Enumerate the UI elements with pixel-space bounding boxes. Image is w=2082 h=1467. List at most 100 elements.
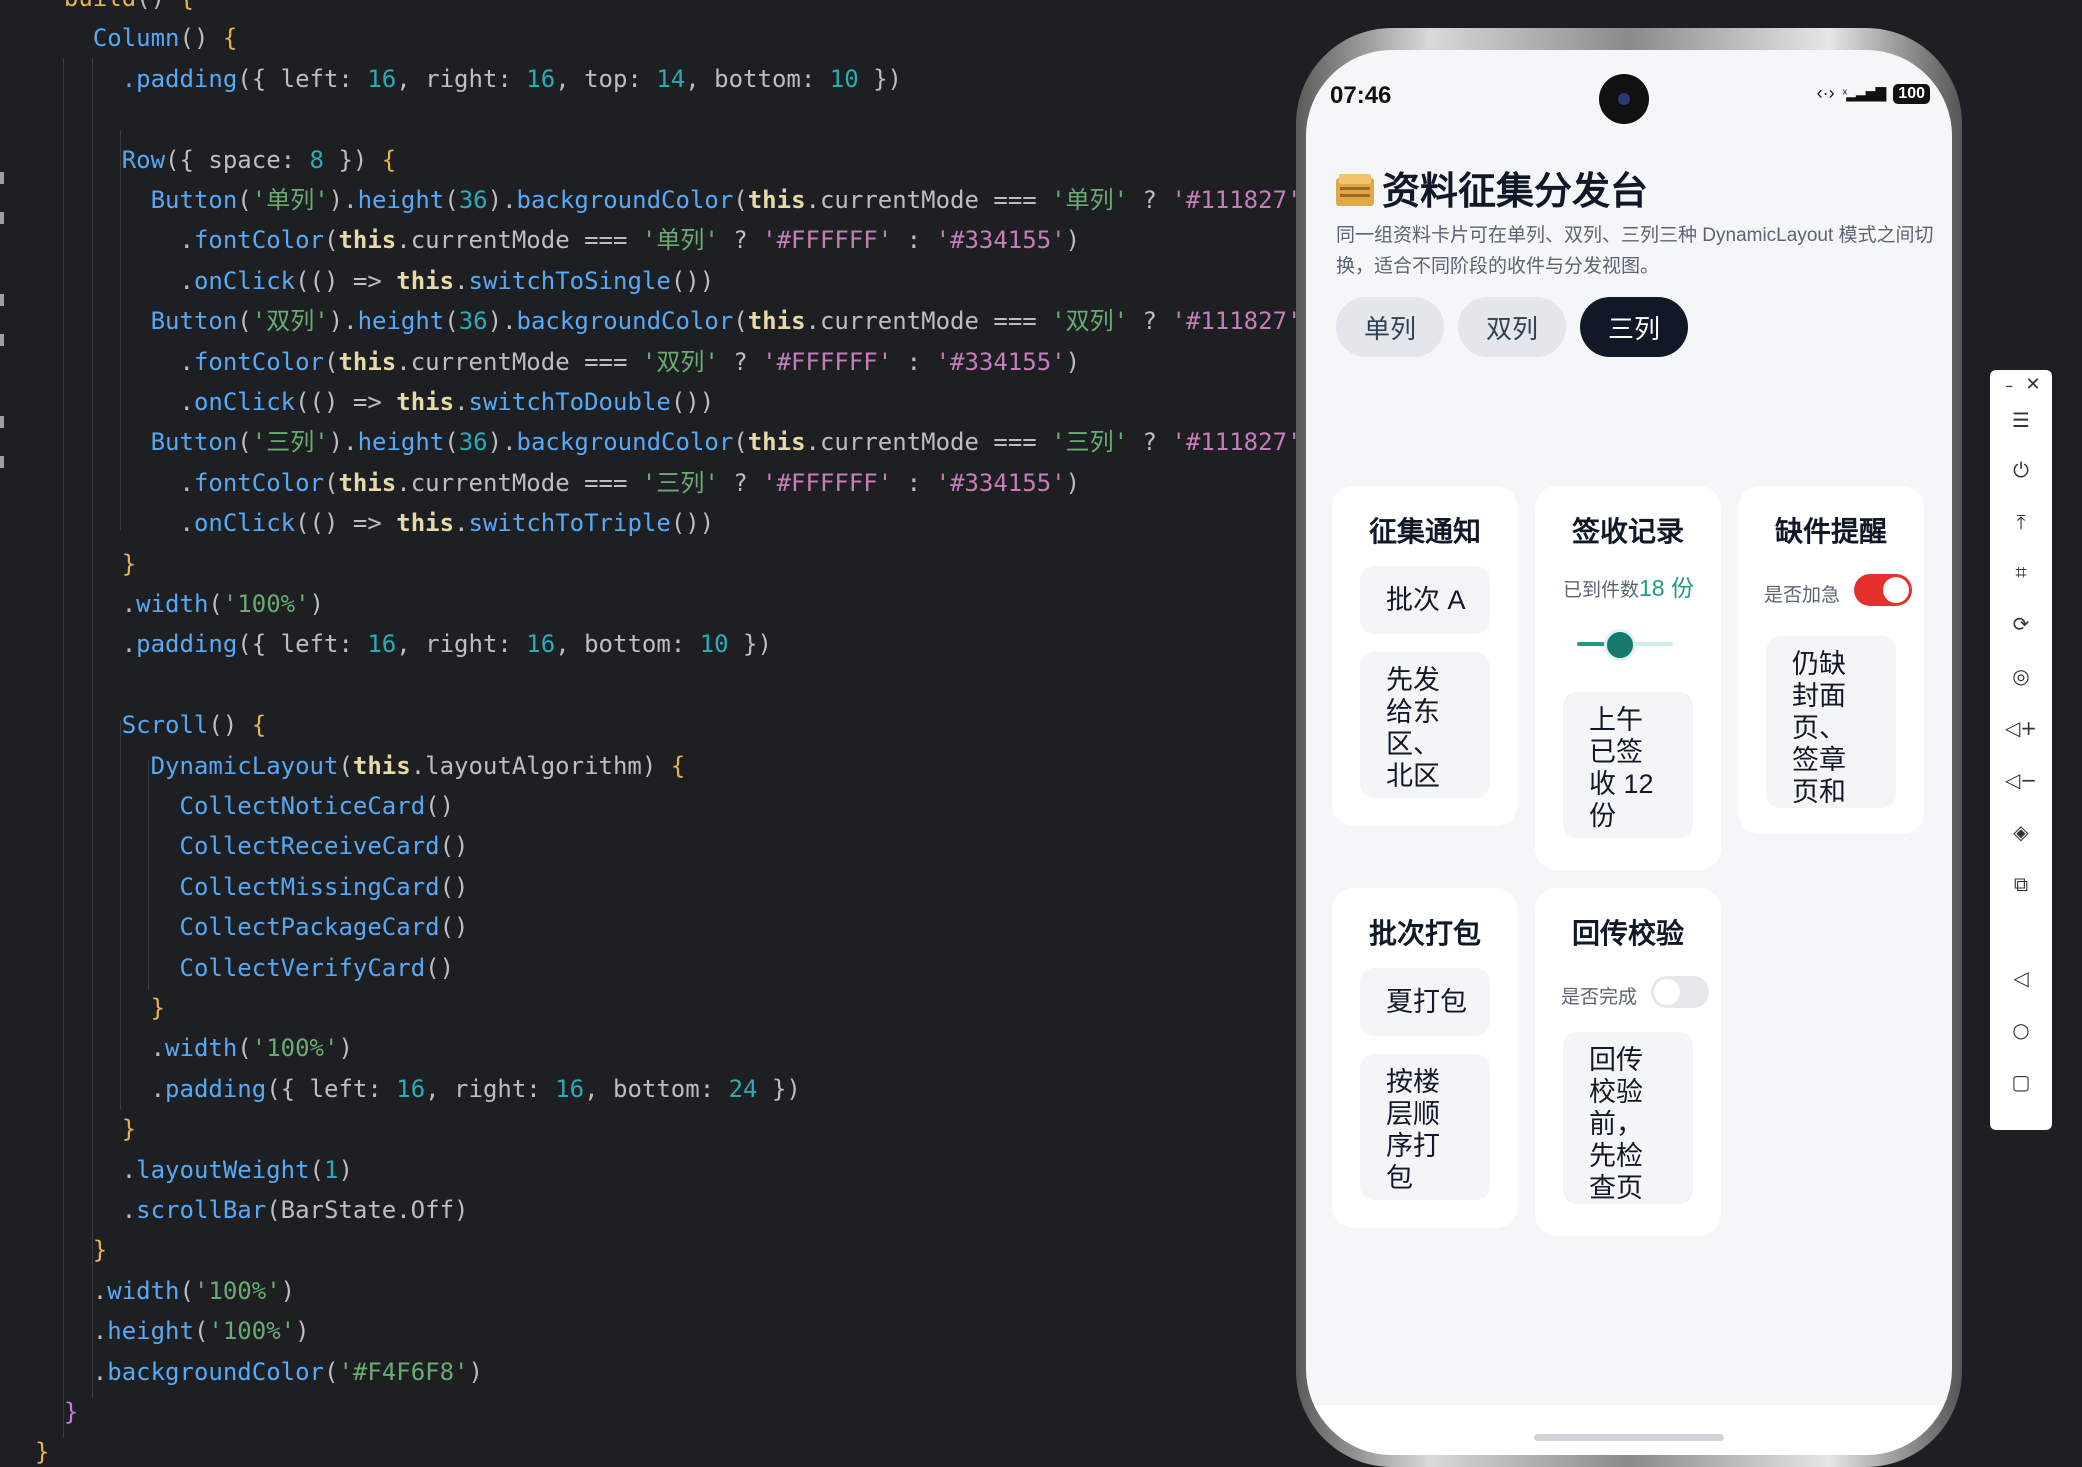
- collect-notice-card: 征集通知 批次 A 先发给东区、北区: [1332, 486, 1518, 826]
- minimize-icon[interactable]: –: [1996, 376, 2022, 395]
- gutter-marker: [0, 212, 4, 224]
- code-line[interactable]: CollectPackageCard(): [180, 907, 469, 947]
- card-title: 征集通知: [1368, 516, 1481, 547]
- code-line[interactable]: .fontColor(this.currentMode === '三列' ? '…: [180, 463, 1081, 503]
- folder-icon: [1336, 174, 1374, 206]
- indent-guide: [120, 130, 121, 530]
- page-title: 资料征集分发台: [1336, 160, 1648, 215]
- code-line[interactable]: .fontColor(this.currentMode === '单列' ? '…: [180, 220, 1081, 260]
- code-line[interactable]: CollectNoticeCard(): [180, 786, 455, 826]
- volume-up-icon[interactable]: ◁+: [1990, 716, 2052, 740]
- code-line[interactable]: .onClick(() => this.switchToTriple()): [180, 503, 715, 543]
- verify-body: 回传校验前，先检查页: [1563, 1032, 1693, 1204]
- status-time: 07:46: [1330, 82, 1392, 109]
- close-icon[interactable]: ✕: [2020, 374, 2046, 395]
- recents-icon[interactable]: ▢: [1990, 1070, 2052, 1094]
- code-line[interactable]: .scrollBar(BarState.Off): [122, 1190, 469, 1230]
- pin-top-icon[interactable]: ⤒: [1990, 510, 2052, 534]
- phone-simulator: 07:46 ‹·› ˣ▂▃▅▇ 100 资料征集分发台 同一组资料卡片可在单列、…: [1296, 28, 1962, 1467]
- code-editor[interactable]: build() {Column() {.padding({ left: 16, …: [0, 0, 1300, 1467]
- code-line[interactable]: Row({ space: 8 }) {: [122, 140, 397, 180]
- complete-toggle[interactable]: [1651, 976, 1709, 1008]
- missing-body: 仍缺封面页、签章页和: [1766, 636, 1896, 808]
- multi-screen-icon[interactable]: ⧉: [1990, 872, 2052, 896]
- code-line[interactable]: DynamicLayout(this.layoutAlgorithm) {: [151, 746, 686, 786]
- code-line[interactable]: .backgroundColor('#F4F6F8'): [93, 1352, 483, 1392]
- double-column-button[interactable]: 双列: [1458, 297, 1567, 357]
- code-line[interactable]: .width('100%'): [122, 584, 324, 624]
- card-title: 缺件提醒: [1774, 516, 1887, 547]
- gutter-marker: [0, 334, 4, 346]
- gutter-marker: [0, 416, 4, 428]
- rotate-icon[interactable]: ⟳: [1990, 612, 2052, 636]
- collect-missing-card: 缺件提醒 是否加急 仍缺封面页、签章页和: [1738, 486, 1924, 834]
- phone-screen: 07:46 ‹·› ˣ▂▃▅▇ 100 资料征集分发台 同一组资料卡片可在单列、…: [1306, 50, 1952, 1455]
- indent-guide: [92, 58, 93, 1398]
- code-line[interactable]: build() {: [64, 0, 194, 18]
- single-column-button[interactable]: 单列: [1336, 297, 1445, 357]
- code-line[interactable]: .padding({ left: 16, right: 16, bottom: …: [151, 1069, 801, 1109]
- received-count-value: 18 份: [1639, 575, 1694, 601]
- code-line[interactable]: .height('100%'): [93, 1311, 310, 1351]
- code-line[interactable]: .padding({ left: 16, right: 16, top: 14,…: [122, 59, 902, 99]
- code-line[interactable]: .layoutWeight(1): [122, 1150, 353, 1190]
- collect-receive-card: 签收记录 已到件数18 份 上午已签收 12 份: [1535, 486, 1721, 870]
- volume-down-icon[interactable]: ◁−: [1990, 768, 2052, 792]
- code-line[interactable]: Column() {: [93, 18, 238, 58]
- code-line[interactable]: }: [35, 1432, 49, 1467]
- signal-icon: ˣ▂▃▅▇: [1842, 85, 1887, 101]
- code-line[interactable]: Button('三列').height(36).backgroundColor(…: [151, 422, 1300, 462]
- crop-icon[interactable]: ⌗: [1990, 560, 2052, 584]
- code-line[interactable]: Scroll() {: [122, 705, 267, 745]
- code-line[interactable]: .width('100%'): [151, 1028, 353, 1068]
- back-icon[interactable]: ◁: [1990, 966, 2052, 990]
- code-line[interactable]: .fontColor(this.currentMode === '双列' ? '…: [180, 342, 1081, 382]
- code-line[interactable]: Button('单列').height(36).backgroundColor(…: [151, 180, 1300, 220]
- notice-body: 先发给东区、北区: [1360, 652, 1490, 798]
- code-line[interactable]: .padding({ left: 16, right: 16, bottom: …: [122, 624, 772, 664]
- code-line[interactable]: }: [122, 544, 136, 584]
- status-icons: ‹·› ˣ▂▃▅▇ 100: [1817, 83, 1930, 104]
- card-title: 回传校验: [1571, 918, 1684, 949]
- code-icon: ‹·›: [1816, 83, 1835, 103]
- location-icon[interactable]: ◎: [1990, 664, 2052, 688]
- code-line[interactable]: }: [64, 1392, 78, 1432]
- progress-slider-thumb[interactable]: [1604, 629, 1637, 661]
- gutter-marker: [0, 294, 4, 306]
- code-line[interactable]: }: [93, 1230, 107, 1270]
- emulator-toolbar: – ✕ ☰ ⏻ ⤒ ⌗ ⟳ ◎ ◁+ ◁− ◈ ⧉ ◁ ○ ▢: [1990, 370, 2052, 1130]
- triple-column-button[interactable]: 三列: [1580, 297, 1689, 357]
- collect-package-card: 批次打包 夏打包 按楼层顺序打包: [1332, 888, 1518, 1228]
- collect-verify-card: 回传校验 是否完成 回传校验前，先检查页: [1535, 888, 1721, 1236]
- screen-bottom: [1306, 1405, 1952, 1455]
- urgent-label: 是否加急: [1764, 585, 1841, 606]
- code-line[interactable]: Button('双列').height(36).backgroundColor(…: [151, 301, 1300, 341]
- mode-switcher: 单列 双列 三列: [1336, 297, 1689, 357]
- shake-icon[interactable]: ◈: [1990, 820, 2052, 844]
- gutter-marker: [0, 172, 4, 184]
- indent-guide: [63, 58, 64, 1438]
- card-title: 批次打包: [1368, 918, 1481, 949]
- urgent-toggle[interactable]: [1854, 574, 1912, 606]
- code-line[interactable]: .width('100%'): [93, 1271, 295, 1311]
- toggle-knob: [1654, 979, 1680, 1005]
- home-indicator[interactable]: [1534, 1434, 1724, 1441]
- home-icon[interactable]: ○: [1990, 1018, 2052, 1042]
- code-line[interactable]: .onClick(() => this.switchToDouble()): [180, 382, 715, 422]
- received-count-label: 已到件数18 份: [1563, 575, 1694, 601]
- code-line[interactable]: }: [122, 1109, 136, 1149]
- indent-guide: [148, 760, 149, 990]
- package-chip: 夏打包: [1360, 968, 1490, 1036]
- power-icon[interactable]: ⏻: [1990, 458, 2052, 482]
- gutter-marker: [0, 456, 4, 468]
- receive-body: 上午已签收 12 份: [1563, 692, 1693, 838]
- code-line[interactable]: CollectMissingCard(): [180, 867, 469, 907]
- code-line[interactable]: }: [151, 988, 165, 1028]
- code-line[interactable]: .onClick(() => this.switchToSingle()): [180, 261, 715, 301]
- code-line[interactable]: CollectReceiveCard(): [180, 826, 469, 866]
- code-line[interactable]: CollectVerifyCard(): [180, 948, 455, 988]
- page-title-text: 资料征集分发台: [1382, 171, 1649, 213]
- menu-icon[interactable]: ☰: [1990, 408, 2052, 432]
- page-description: 同一组资料卡片可在单列、双列、三列三种 DynamicLayout 模式之间切换…: [1336, 225, 1934, 277]
- toggle-knob: [1883, 577, 1909, 603]
